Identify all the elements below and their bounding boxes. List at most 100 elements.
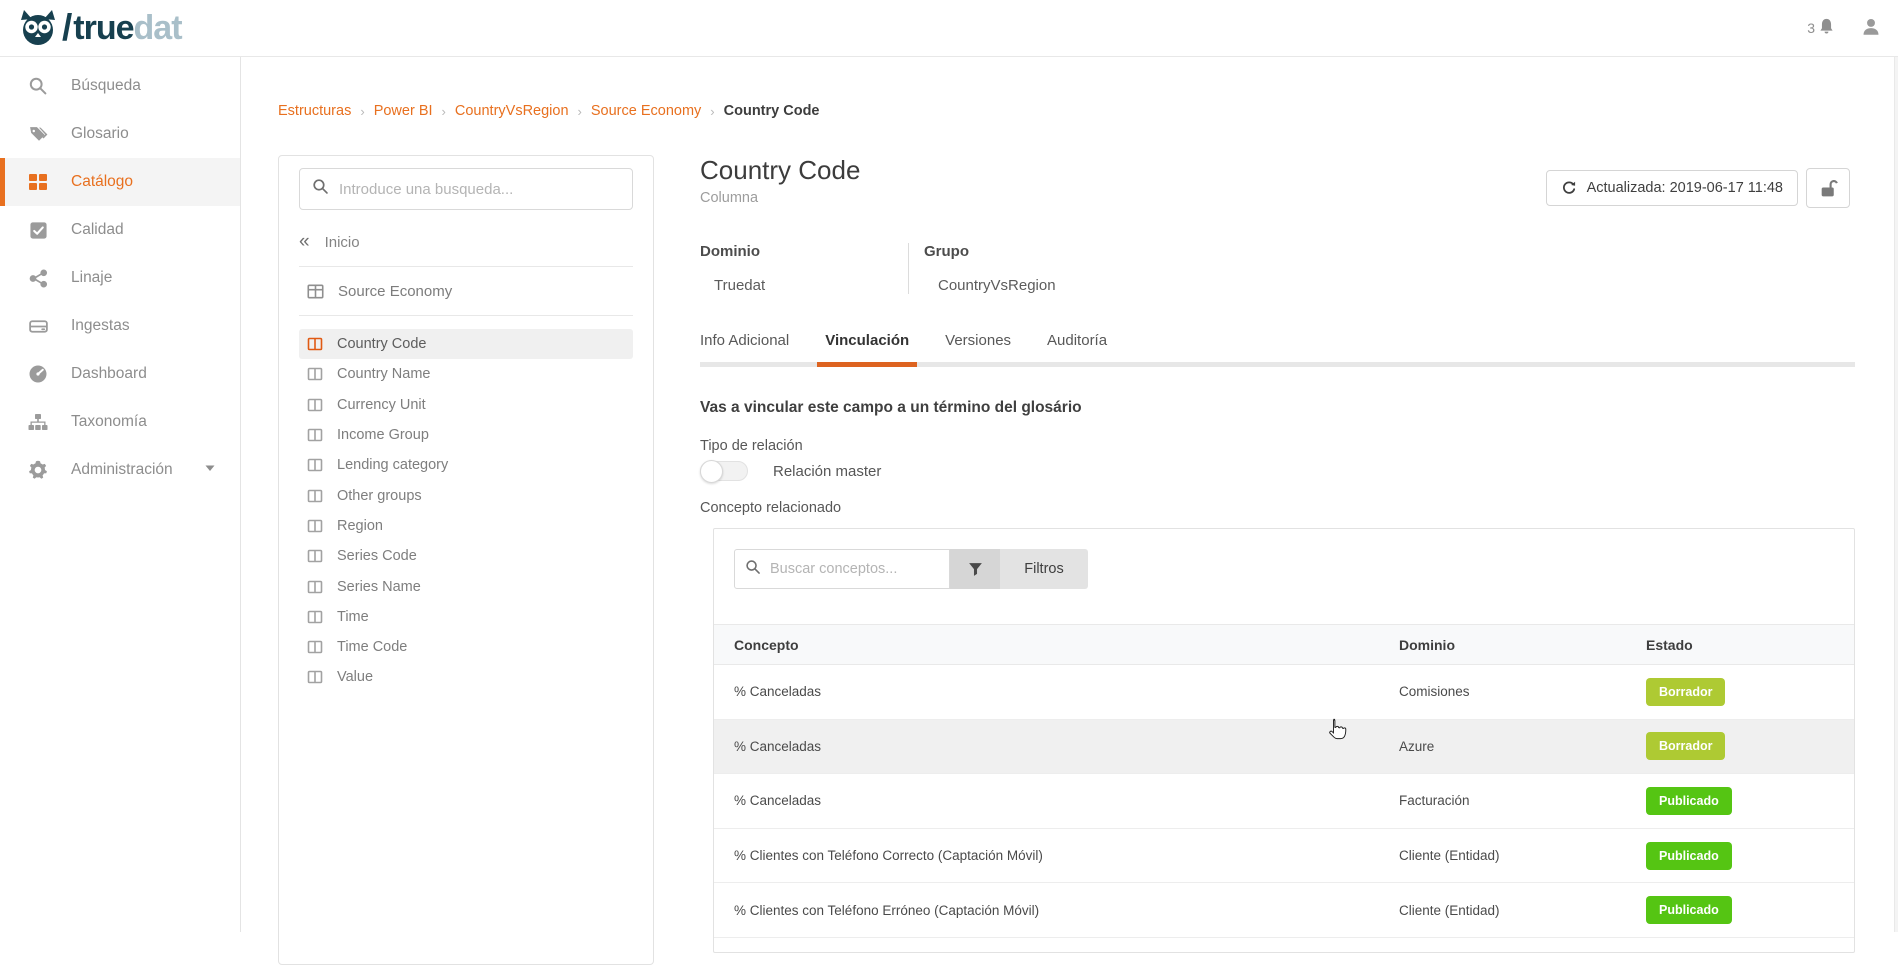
related-concept-label: Concepto relacionado bbox=[700, 500, 841, 516]
sidebar-item-glosario[interactable]: Glosario bbox=[0, 110, 240, 158]
top-header: /truedat 3 bbox=[0, 0, 1898, 57]
sidebar-item-administracion[interactable]: Administración bbox=[0, 446, 240, 494]
concept-search-input[interactable] bbox=[770, 561, 939, 577]
cell-concepto: % Clientes con Teléfono Erróneo (Captaci… bbox=[734, 903, 1399, 918]
sidebar-item-taxonomia[interactable]: Taxonomía bbox=[0, 398, 240, 446]
table-row[interactable]: % Canceladas Facturación Publicado bbox=[714, 774, 1854, 829]
sidebar-item-catalogo[interactable]: Catálogo bbox=[0, 158, 240, 206]
sidebar-item-label: Búsqueda bbox=[71, 77, 141, 95]
tree-item-country-code[interactable]: Country Code bbox=[299, 329, 633, 359]
table-row[interactable]: % Clientes con Teléfono Erróneo (Captaci… bbox=[714, 883, 1854, 938]
tree-item-currency-unit[interactable]: Currency Unit bbox=[299, 390, 633, 420]
sidebar-item-ingestas[interactable]: Ingestas bbox=[0, 302, 240, 350]
truedat-logo[interactable]: /truedat bbox=[16, 7, 182, 49]
check-square-icon bbox=[27, 219, 49, 241]
table-row[interactable]: % Canceladas Azure Borrador bbox=[714, 720, 1854, 775]
table-row[interactable]: % Canceladas Comisiones Borrador bbox=[714, 665, 1854, 720]
breadcrumb-link-source-economy[interactable]: Source Economy bbox=[591, 103, 701, 119]
column-header-estado: Estado bbox=[1646, 637, 1854, 653]
status-badge: Borrador bbox=[1646, 678, 1725, 706]
column-icon bbox=[307, 518, 323, 534]
updated-button[interactable]: Actualizada: 2019-06-17 11:48 bbox=[1546, 170, 1798, 206]
tree-search-input[interactable] bbox=[339, 181, 620, 198]
breadcrumb-link-countryvsregion[interactable]: CountryVsRegion bbox=[455, 103, 569, 119]
tree-item-lending-category[interactable]: Lending category bbox=[299, 450, 633, 480]
column-icon bbox=[307, 488, 323, 504]
relation-master-toggle[interactable] bbox=[700, 461, 748, 481]
tags-icon bbox=[27, 123, 49, 145]
sidebar-item-dashboard[interactable]: Dashboard bbox=[0, 350, 240, 398]
tree-item-time[interactable]: Time bbox=[299, 602, 633, 632]
breadcrumb-separator: › bbox=[578, 104, 582, 119]
tree-item-series-name[interactable]: Series Name bbox=[299, 571, 633, 601]
sidebar-item-label: Ingestas bbox=[71, 317, 130, 335]
status-badge: Publicado bbox=[1646, 896, 1732, 924]
concept-search-bar: Filtros bbox=[734, 549, 1854, 589]
search-icon bbox=[312, 178, 329, 200]
sidebar-item-label: Dashboard bbox=[71, 365, 147, 383]
sidebar-item-label: Taxonomía bbox=[71, 413, 147, 431]
column-header-concepto: Concepto bbox=[734, 637, 1399, 653]
tree-item-country-name[interactable]: Country Name bbox=[299, 359, 633, 389]
cell-dominio: Azure bbox=[1399, 739, 1646, 754]
unlock-icon bbox=[1818, 178, 1839, 199]
filters-button[interactable]: Filtros bbox=[1000, 549, 1088, 589]
column-header-dominio: Dominio bbox=[1399, 637, 1646, 653]
column-icon bbox=[307, 336, 323, 352]
notifications-button[interactable]: 3 bbox=[1807, 17, 1836, 39]
breadcrumb-separator: › bbox=[710, 104, 714, 119]
tree-item-label: Country Name bbox=[337, 366, 430, 382]
breadcrumb-separator: › bbox=[442, 104, 446, 119]
cell-dominio: Comisiones bbox=[1399, 684, 1646, 699]
tree-item-other-groups[interactable]: Other groups bbox=[299, 480, 633, 510]
detail-tabs: Info Adicional Vinculación Versiones Aud… bbox=[700, 332, 1855, 367]
concept-search-box[interactable] bbox=[734, 549, 950, 589]
column-icon bbox=[307, 609, 323, 625]
breadcrumb-link-estructuras[interactable]: Estructuras bbox=[278, 103, 351, 119]
cell-concepto: % Clientes con Teléfono Correcto (Captac… bbox=[734, 848, 1399, 863]
dominio-value: Truedat bbox=[700, 277, 908, 294]
tree-item-series-code[interactable]: Series Code bbox=[299, 541, 633, 571]
tree-item-income-group[interactable]: Income Group bbox=[299, 420, 633, 450]
tree-item-label: Series Name bbox=[337, 579, 421, 595]
tab-vinculacion[interactable]: Vinculación bbox=[825, 332, 909, 362]
lock-button[interactable] bbox=[1806, 168, 1850, 208]
related-concepts-panel: Filtros Concepto Dominio Estado % Cancel… bbox=[713, 528, 1855, 953]
breadcrumb-link-power-bi[interactable]: Power BI bbox=[374, 103, 433, 119]
tree-item-region[interactable]: Region bbox=[299, 511, 633, 541]
gear-icon bbox=[27, 459, 49, 481]
tab-info-adicional[interactable]: Info Adicional bbox=[700, 332, 789, 362]
divider bbox=[299, 266, 633, 267]
sidebar-item-busqueda[interactable]: Búsqueda bbox=[0, 62, 240, 110]
cell-estado: Borrador bbox=[1646, 678, 1854, 706]
user-menu-button[interactable] bbox=[1860, 16, 1882, 43]
tree-item-time-code[interactable]: Time Code bbox=[299, 632, 633, 662]
dominio-block: Dominio Truedat bbox=[700, 243, 908, 294]
cell-concepto: % Canceladas bbox=[734, 684, 1399, 699]
tab-auditoria[interactable]: Auditoría bbox=[1047, 332, 1107, 362]
tree-item-label: Time bbox=[337, 609, 369, 625]
filter-funnel-button[interactable] bbox=[950, 549, 1000, 589]
sidebar-item-label: Linaje bbox=[71, 269, 112, 287]
tree-search-box[interactable] bbox=[299, 168, 633, 210]
meta-section: Dominio Truedat Grupo CountryVsRegion bbox=[700, 243, 1056, 294]
tree-parent-source-economy[interactable]: Source Economy bbox=[307, 273, 633, 309]
tree-item-label: Value bbox=[337, 669, 373, 685]
sitemap-icon bbox=[27, 411, 49, 433]
column-icon bbox=[307, 548, 323, 564]
tree-back-home[interactable]: « Inicio bbox=[299, 224, 633, 260]
column-list: Country Code Country Name Currency Unit … bbox=[299, 329, 633, 693]
tree-parent-label: Source Economy bbox=[338, 283, 452, 300]
cell-concepto: % Canceladas bbox=[734, 793, 1399, 808]
scrollbar-track[interactable] bbox=[1894, 57, 1898, 932]
cell-estado: Borrador bbox=[1646, 732, 1854, 760]
breadcrumb: Estructuras › Power BI › CountryVsRegion… bbox=[278, 103, 820, 119]
tree-item-value[interactable]: Value bbox=[299, 662, 633, 692]
tab-versiones[interactable]: Versiones bbox=[945, 332, 1011, 362]
column-icon bbox=[307, 427, 323, 443]
sidebar-item-linaje[interactable]: Linaje bbox=[0, 254, 240, 302]
sidebar-item-label: Administración bbox=[71, 461, 173, 479]
sidebar-item-calidad[interactable]: Calidad bbox=[0, 206, 240, 254]
table-row[interactable]: % Clientes con Teléfono Correcto (Captac… bbox=[714, 829, 1854, 884]
tree-back-label: Inicio bbox=[325, 234, 360, 251]
